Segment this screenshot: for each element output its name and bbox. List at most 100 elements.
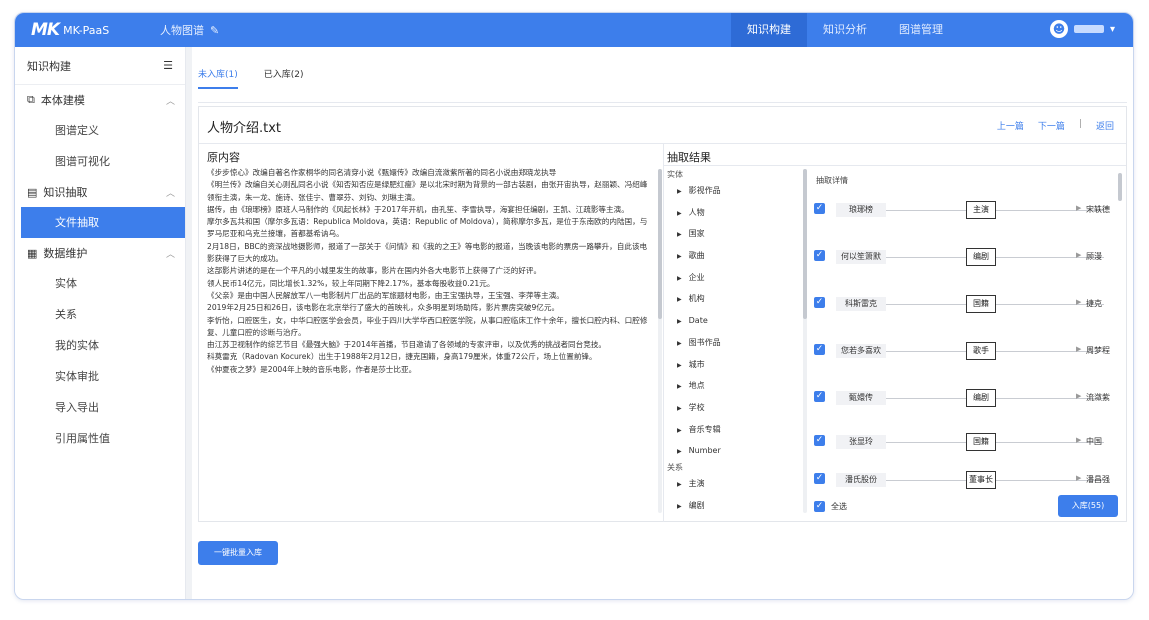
sidebar-item-reference-attr[interactable]: 引用属性值 <box>15 423 185 454</box>
subject-entity: 张显玲 <box>836 435 886 449</box>
tree-item[interactable]: ▶ 编剧 <box>667 495 797 517</box>
next-link[interactable]: 下一篇 <box>1038 119 1065 132</box>
arrow-icon: ▶ <box>1076 204 1082 212</box>
subject-entity: 您若多喜欢 <box>836 344 886 358</box>
chevron-up-icon: ︿ <box>165 249 175 260</box>
tab-imported[interactable]: 已入库(2) <box>264 67 304 89</box>
tree-item[interactable]: ▶ 学校 <box>667 397 797 419</box>
tree-item[interactable]: ▶ 音乐专辑 <box>667 419 797 441</box>
original-title: 原内容 <box>207 151 240 164</box>
tree-item[interactable]: ▶ 影视作品 <box>667 180 797 202</box>
scrollbar-thumb[interactable] <box>658 169 662 319</box>
checkbox[interactable]: ✓ <box>814 203 825 214</box>
tab-not-imported[interactable]: 未入库(1) <box>198 67 238 89</box>
original-text: 《步步惊心》改编自著名作家桐华的同名清穿小说《甄嬛传》改编自流潋紫所著的同名小说… <box>207 167 653 515</box>
detail-scrollbar[interactable] <box>1118 173 1122 201</box>
tree-item-label: 城市 <box>688 359 705 369</box>
checkbox[interactable]: ✓ <box>814 344 825 355</box>
back-link[interactable]: 返回 <box>1096 119 1114 132</box>
tree-item-label: 图书作品 <box>688 337 721 347</box>
sidebar-group-extract[interactable]: ▤ 知识抽取 ︿ <box>15 177 185 207</box>
relation-label: 主演 <box>966 201 996 219</box>
chevron-up-icon: ︿ <box>165 96 175 107</box>
sidebar-item-relation[interactable]: 关系 <box>15 299 185 330</box>
nav-graph-manage[interactable]: 图谱管理 <box>883 13 959 47</box>
paragraph: 领人民币14亿元，同比增长1.32%，较上年同期下降2.17%，基本每股收益0.… <box>207 278 495 288</box>
checkbox[interactable]: ✓ <box>814 501 825 512</box>
paragraph: 由江苏卫视制作的综艺节目《最强大脑》于2014年首播，节目邀请了各领域的专家评审… <box>207 340 607 350</box>
object-entity: 宋轶德 <box>1086 205 1110 214</box>
select-all-label: 全选 <box>831 502 847 511</box>
ontology-icon: ⧉ <box>27 93 35 106</box>
tree-item[interactable]: ▶ 歌曲 <box>667 245 797 267</box>
vertical-divider <box>663 144 664 522</box>
checkbox[interactable]: ✓ <box>814 435 825 446</box>
checkbox[interactable]: ✓ <box>814 297 825 308</box>
tree-item[interactable]: ▶ 机构 <box>667 288 797 310</box>
paragraph: 摩尔多瓦共和国（摩尔多瓦语：Republica Moldova，英语：Repub… <box>207 217 648 239</box>
batch-import-button[interactable]: 一键批量入库 <box>198 541 278 565</box>
tree-item[interactable]: ▶ 主演 <box>667 473 797 495</box>
relation-label: 歌手 <box>966 342 996 360</box>
scrollbar-thumb[interactable] <box>803 169 807 319</box>
import-button[interactable]: 入库(55) <box>1058 495 1118 517</box>
tree-item[interactable]: ▶ Number <box>667 440 797 462</box>
sidebar-item-import-export[interactable]: 导入导出 <box>15 392 185 423</box>
sidebar-item-graph-definition[interactable]: 图谱定义 <box>15 115 185 146</box>
tree-item-label: 影视作品 <box>688 186 721 195</box>
paragraph: 《仲夏夜之梦》是2004年上映的音乐电影，作者是莎士比亚。 <box>207 364 417 374</box>
card-actions: 上一篇 下一篇 | 返回 <box>997 119 1114 132</box>
relation-label: 编剧 <box>966 248 996 266</box>
tree-item[interactable]: ▶ 人物 <box>667 202 797 224</box>
relation-label: 编剧 <box>966 389 996 407</box>
relation-label: 国籍 <box>966 295 996 313</box>
caret-right-icon: ▶ <box>677 231 682 239</box>
tree-item[interactable]: ▶ 企业 <box>667 267 797 289</box>
prev-link[interactable]: 上一篇 <box>997 119 1024 132</box>
user-name-blurred <box>1073 25 1104 33</box>
nav-knowledge-build[interactable]: 知识构建 <box>731 13 807 47</box>
caret-right-icon: ▶ <box>677 339 682 347</box>
sidebar-item-my-entity[interactable]: 我的实体 <box>15 330 185 361</box>
checkbox[interactable]: ✓ <box>814 250 825 261</box>
top-bar: MK MK-PaaS 人物图谱 ✎ 知识构建 知识分析 图谱管理 ☻ ▾ <box>15 13 1133 47</box>
tree-item[interactable]: ▶ 国家 <box>667 223 797 245</box>
avatar: ☻ <box>1049 20 1068 38</box>
tree-item[interactable]: ▶ 地点 <box>667 375 797 397</box>
checkbox[interactable]: ✓ <box>814 391 825 402</box>
sidebar-item-entity[interactable]: 实体 <box>15 268 185 299</box>
caret-right-icon: ▶ <box>677 253 682 261</box>
subject-entity: 科斯雷克 <box>836 297 886 311</box>
tree-item-label: Date <box>688 316 708 326</box>
paragraph: 2月18日，BBC的资深战地摄影师，报道了一部关于《问情》和《我的之王》等电影的… <box>207 241 648 264</box>
sidebar-item-entity-approval[interactable]: 实体审批 <box>15 361 185 392</box>
edit-icon[interactable]: ✎ <box>210 24 219 37</box>
nav-knowledge-analysis[interactable]: 知识分析 <box>807 13 883 47</box>
tree-item[interactable]: ▶ Date <box>667 310 797 332</box>
tree-item[interactable]: ▶ 图书作品 <box>667 332 797 354</box>
sidebar-group-label: 知识抽取 <box>43 186 88 199</box>
sidebar-group-ontology[interactable]: ⧉ 本体建模 ︿ <box>15 85 185 115</box>
detail-title: 抽取详情 <box>816 176 848 185</box>
tree-scrollbar[interactable] <box>803 169 807 513</box>
checkbox[interactable]: ✓ <box>814 473 825 484</box>
tree-item-label: 歌曲 <box>688 251 705 261</box>
caret-right-icon: ▶ <box>677 361 682 369</box>
select-all[interactable]: ✓ 全选 <box>814 501 847 512</box>
project-label: 人物图谱 <box>160 24 204 37</box>
caret-right-icon: ▶ <box>677 480 682 488</box>
sidebar-item-file-extract[interactable]: 文件抽取 <box>21 207 185 238</box>
sidebar-item-graph-visualization[interactable]: 图谱可视化 <box>15 146 185 177</box>
collapse-menu-icon[interactable]: ☰ <box>163 59 173 72</box>
arrow-icon: ▶ <box>1076 474 1082 482</box>
user-menu[interactable]: ☻ ▾ <box>1049 20 1115 38</box>
logo[interactable]: MK MK-PaaS <box>31 20 109 40</box>
arrow-icon: ▶ <box>1076 298 1082 306</box>
tree-item[interactable]: ▶ 城市 <box>667 354 797 376</box>
original-scrollbar[interactable] <box>658 169 662 513</box>
sidebar-group-maintain[interactable]: ▦ 数据维护 ︿ <box>15 238 185 268</box>
tree-item-label: 机构 <box>688 294 705 304</box>
tree-item-label: 主演 <box>688 478 705 488</box>
tree-item-label: 企业 <box>688 272 705 282</box>
project-name[interactable]: 人物图谱 ✎ <box>160 22 219 38</box>
